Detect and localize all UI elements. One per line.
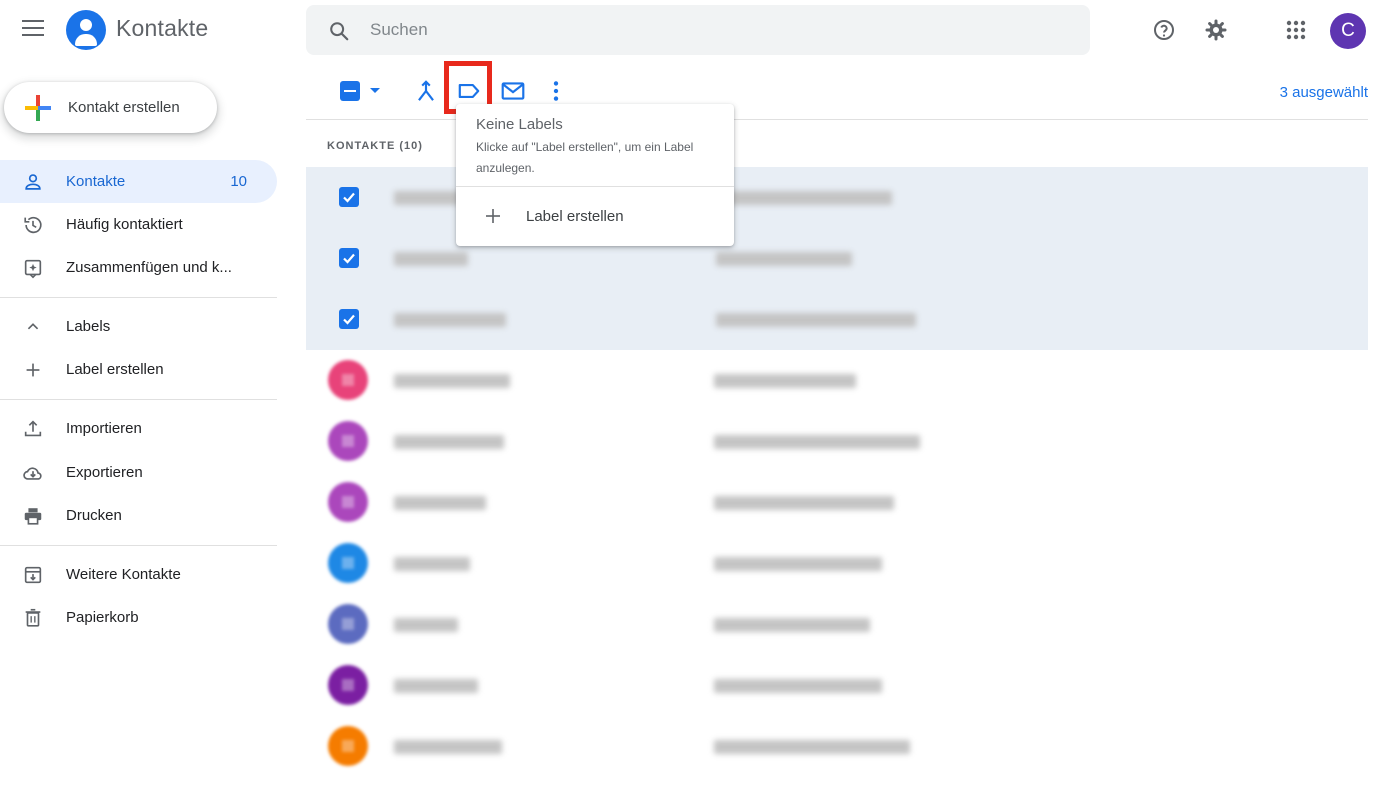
sidebar-item-trash[interactable]: Papierkorb xyxy=(0,596,277,639)
contact-email-redacted xyxy=(714,496,894,510)
avatar[interactable] xyxy=(328,360,368,400)
plus-icon xyxy=(26,363,40,377)
table-row[interactable] xyxy=(306,472,1368,533)
label-dropdown-menu: Keine Labels Klicke auf "Label erstellen… xyxy=(456,104,734,246)
sidebar-item-label: Kontakte xyxy=(66,173,126,190)
selected-count: 3 ausgewählt xyxy=(1279,84,1368,101)
sidebar-item-label: Häufig kontaktiert xyxy=(66,216,183,233)
cloud-download-icon xyxy=(23,467,42,480)
contact-email-redacted xyxy=(714,740,910,754)
main-menu-icon[interactable] xyxy=(22,20,44,40)
contact-name-redacted xyxy=(394,557,470,571)
sidebar-item-merge-fix[interactable]: Zusammenfügen und k... xyxy=(0,246,277,289)
contacts-logo-icon[interactable] xyxy=(66,10,106,50)
avatar[interactable] xyxy=(328,665,368,705)
contact-email-redacted xyxy=(714,557,882,571)
app-title[interactable]: Kontakte xyxy=(116,15,208,42)
avatar[interactable] xyxy=(328,604,368,644)
contact-email-redacted xyxy=(716,313,916,327)
contact-name-redacted xyxy=(394,679,478,693)
archive-icon xyxy=(24,566,42,584)
table-row[interactable] xyxy=(306,289,1368,350)
sidebar-item-label: Importieren xyxy=(66,420,142,437)
sidebar-divider xyxy=(0,545,277,546)
menu-description: Klicke auf "Label erstellen", um ein Lab… xyxy=(476,140,694,175)
menu-create-label-item[interactable]: Label erstellen xyxy=(456,196,734,236)
menu-divider xyxy=(456,186,734,187)
row-checkbox[interactable] xyxy=(339,248,359,268)
history-icon xyxy=(24,216,42,234)
search-icon[interactable] xyxy=(328,20,350,42)
sidebar-item-print[interactable]: Drucken xyxy=(0,494,277,537)
create-contact-label: Kontakt erstellen xyxy=(68,99,180,116)
colorful-plus-icon xyxy=(25,95,51,121)
contact-email-redacted xyxy=(716,191,892,205)
chevron-up-icon xyxy=(27,323,39,330)
contact-email-redacted xyxy=(716,252,852,266)
sidebar-item-label: Label erstellen xyxy=(66,361,164,378)
contacts-count: 10 xyxy=(230,173,247,190)
sidebar-item-import[interactable]: Importieren xyxy=(0,407,277,450)
contact-email-redacted xyxy=(714,374,856,388)
contact-name-redacted xyxy=(394,496,486,510)
contact-name-redacted xyxy=(394,740,502,754)
person-icon xyxy=(25,174,41,190)
chevron-down-icon[interactable] xyxy=(370,88,380,93)
print-icon xyxy=(24,508,42,525)
more-vert-icon[interactable] xyxy=(543,78,569,104)
sidebar-item-label: Zusammenfügen und k... xyxy=(66,259,232,276)
table-row[interactable] xyxy=(306,594,1368,655)
sidebar-item-label: Labels xyxy=(66,318,111,335)
contact-email-redacted xyxy=(714,435,920,449)
menu-title: Keine Labels xyxy=(476,116,563,133)
sidebar-divider xyxy=(0,399,277,400)
search-input[interactable] xyxy=(370,17,1060,43)
select-all-checkbox[interactable] xyxy=(340,81,360,101)
sidebar-item-label: Drucken xyxy=(66,507,122,524)
sidebar-item-label: Exportieren xyxy=(66,464,143,481)
table-row[interactable] xyxy=(306,716,1368,777)
plus-icon xyxy=(486,209,500,223)
settings-gear-icon[interactable] xyxy=(1204,18,1228,42)
avatar[interactable] xyxy=(328,543,368,583)
sidebar-item-label: Papierkorb xyxy=(66,609,139,626)
table-row[interactable] xyxy=(306,533,1368,594)
row-checkbox[interactable] xyxy=(339,187,359,207)
sidebar-item-contacts[interactable]: Kontakte 10 xyxy=(0,160,277,203)
sidebar-item-export[interactable]: Exportieren xyxy=(0,451,277,494)
merge-suggest-icon xyxy=(24,259,42,279)
merge-icon[interactable] xyxy=(413,78,439,104)
row-checkbox[interactable] xyxy=(339,309,359,329)
table-row[interactable] xyxy=(306,655,1368,716)
trash-icon xyxy=(25,608,41,627)
contact-name-redacted xyxy=(394,252,468,266)
contact-email-redacted xyxy=(714,618,870,632)
create-contact-button[interactable]: Kontakt erstellen xyxy=(4,82,217,133)
contact-name-redacted xyxy=(394,435,504,449)
sidebar-divider xyxy=(0,297,277,298)
avatar[interactable] xyxy=(328,482,368,522)
avatar[interactable] xyxy=(328,726,368,766)
sidebar-item-other-contacts[interactable]: Weitere Kontakte xyxy=(0,553,277,596)
avatar[interactable] xyxy=(328,421,368,461)
sidebar-item-create-label[interactable]: Label erstellen xyxy=(0,348,277,391)
account-avatar[interactable]: C xyxy=(1330,13,1366,49)
apps-grid-icon[interactable] xyxy=(1284,18,1308,42)
menu-item-label: Label erstellen xyxy=(526,208,624,225)
sidebar-item-frequently-contacted[interactable]: Häufig kontaktiert xyxy=(0,203,277,246)
contact-email-redacted xyxy=(714,679,882,693)
app-header: Kontakte C xyxy=(0,0,1385,62)
email-icon[interactable] xyxy=(500,78,526,104)
search-bar[interactable] xyxy=(306,5,1090,55)
sidebar-item-label: Weitere Kontakte xyxy=(66,566,181,583)
contacts-section-title: KONTAKTE (10) xyxy=(327,140,423,152)
contact-name-redacted xyxy=(394,618,458,632)
sidebar-labels-toggle[interactable]: Labels xyxy=(0,305,277,348)
upload-icon xyxy=(24,420,42,437)
table-row[interactable] xyxy=(306,350,1368,411)
contact-name-redacted xyxy=(394,374,510,388)
contact-name-redacted xyxy=(394,313,506,327)
table-row[interactable] xyxy=(306,411,1368,472)
help-icon[interactable] xyxy=(1152,18,1176,42)
